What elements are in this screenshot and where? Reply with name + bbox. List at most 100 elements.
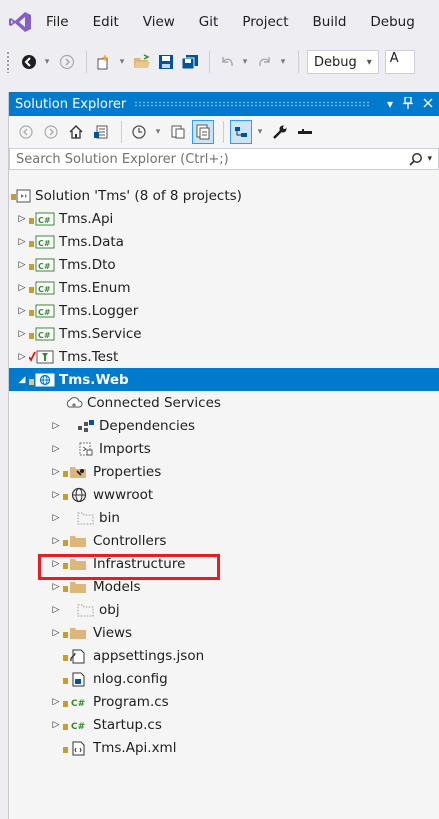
csharp-project-icon: C#	[29, 212, 55, 226]
expand-arrow-icon[interactable]: ▷	[49, 444, 63, 454]
toolbar-grip[interactable]	[6, 51, 10, 73]
tree-item-program-cs[interactable]: ▷ C# Program.cs	[9, 690, 439, 713]
expand-arrow-icon[interactable]: ▷	[49, 582, 63, 592]
expand-arrow-icon[interactable]: ▷	[49, 628, 63, 638]
menu-git[interactable]: Git	[187, 0, 231, 44]
tree-item-project[interactable]: ▷ C# Tms.Data	[9, 230, 439, 253]
svg-text:C#: C#	[38, 239, 51, 248]
expand-arrow-icon[interactable]: ▷	[15, 283, 29, 293]
switch-views-icon[interactable]	[90, 120, 112, 144]
expand-arrow-icon[interactable]: ▷	[49, 490, 63, 500]
window-position-dropdown-icon[interactable]: ▾	[387, 97, 393, 111]
back-icon[interactable]	[15, 120, 37, 144]
excluded-folder-icon	[77, 603, 95, 617]
undo-dropdown-icon[interactable]: ▾	[240, 50, 250, 74]
solution-explorer-titlebar[interactable]: Solution Explorer ▾	[9, 92, 439, 116]
solution-platform-combo[interactable]: A	[384, 50, 415, 74]
new-project-icon[interactable]	[93, 50, 115, 74]
properties-wrench-icon[interactable]	[269, 120, 291, 144]
tree-item-solution[interactable]: Solution 'Tms' (8 of 8 projects)	[9, 184, 439, 207]
tree-item-project[interactable]: ▷ C# Tms.Api	[9, 207, 439, 230]
tree-item-connected-services[interactable]: Connected Services	[9, 391, 439, 414]
tree-item-imports[interactable]: ▷ Imports	[9, 437, 439, 460]
csharp-project-icon: C#	[29, 281, 55, 295]
expand-arrow-icon[interactable]: ▷	[49, 720, 63, 730]
expand-arrow-icon[interactable]: ▷	[15, 329, 29, 339]
tree-item-controllers[interactable]: ▷ Controllers	[9, 529, 439, 552]
expand-arrow-icon[interactable]: ▷	[15, 306, 29, 316]
pending-changes-filter-icon[interactable]	[128, 120, 150, 144]
preview-selected-items-icon[interactable]	[294, 120, 316, 144]
redo-icon[interactable]	[254, 50, 276, 74]
forward-icon[interactable]	[56, 50, 78, 74]
auto-hide-pin-icon[interactable]	[403, 95, 413, 112]
collapse-dropdown-icon[interactable]: ▾	[255, 120, 265, 144]
tree-item-tms-api-xml[interactable]: Tms.Api.xml	[9, 736, 439, 759]
undo-icon[interactable]	[216, 50, 238, 74]
tree-item-project[interactable]: ▷ C# Tms.Service	[9, 322, 439, 345]
tree-item-project[interactable]: ▷ C# Tms.Logger	[9, 299, 439, 322]
menu-file[interactable]: File	[40, 0, 81, 44]
globe-icon	[63, 487, 89, 503]
search-solution-explorer-input[interactable]: Search Solution Explorer (Ctrl+;) ▾	[9, 148, 439, 170]
toolbar-separator	[209, 51, 210, 73]
collapse-arrow-icon[interactable]: ◢	[15, 375, 29, 385]
tree-item-project[interactable]: ▷ C# Tms.Enum	[9, 276, 439, 299]
config-file-icon	[63, 671, 89, 687]
redo-dropdown-icon[interactable]: ▾	[278, 50, 288, 74]
solution-explorer-toolbar: ▾ ▾	[9, 116, 439, 148]
expand-arrow-icon[interactable]: ▷	[49, 697, 63, 707]
show-all-files-icon[interactable]	[192, 120, 214, 144]
collapse-all-icon[interactable]	[230, 120, 252, 144]
expand-arrow-icon[interactable]: ▷	[49, 421, 63, 431]
new-project-dropdown-icon[interactable]: ▾	[117, 50, 127, 74]
test-project-icon	[29, 350, 55, 364]
menu-debug[interactable]: Debug	[358, 0, 426, 44]
expand-arrow-icon[interactable]: ▷	[15, 214, 29, 224]
filter-dropdown-icon[interactable]: ▾	[153, 120, 163, 144]
sync-active-document-icon[interactable]	[167, 120, 189, 144]
search-options-dropdown-icon[interactable]: ▾	[427, 154, 432, 164]
tree-item-startup-cs[interactable]: ▷ C# Startup.cs	[9, 713, 439, 736]
tree-item-bin[interactable]: ▷ bin	[9, 506, 439, 529]
close-icon[interactable]	[423, 97, 433, 111]
solution-configuration-value: Debug	[314, 54, 357, 70]
menu-project[interactable]: Project	[230, 0, 300, 44]
menu-edit[interactable]: Edit	[81, 0, 131, 44]
expand-arrow-icon[interactable]: ▷	[49, 467, 63, 477]
visual-studio-logo-icon[interactable]	[0, 0, 40, 44]
menu-view[interactable]: View	[131, 0, 187, 44]
open-folder-icon[interactable]	[131, 50, 153, 74]
expand-arrow-icon[interactable]: ▷	[15, 352, 29, 362]
tree-item-views[interactable]: ▷ Views	[9, 621, 439, 644]
panel-title: Solution Explorer	[15, 96, 127, 112]
tree-item-project[interactable]: ▷ C# Tms.Dto	[9, 253, 439, 276]
forward-icon[interactable]	[40, 120, 62, 144]
expand-arrow-icon[interactable]: ▷	[49, 605, 63, 615]
solution-icon	[11, 188, 31, 204]
tree-item-nlog-config[interactable]: nlog.config	[9, 667, 439, 690]
menu-build[interactable]: Build	[301, 0, 359, 44]
expand-arrow-icon[interactable]: ▷	[49, 513, 63, 523]
solution-configuration-combo[interactable]: Debug ▾	[307, 50, 379, 74]
expand-arrow-icon[interactable]: ▷	[49, 536, 63, 546]
back-icon[interactable]	[18, 50, 40, 74]
toolbar-separator	[298, 51, 299, 73]
csharp-project-icon: C#	[29, 327, 55, 341]
properties-folder-icon	[63, 465, 89, 479]
back-dropdown-icon[interactable]: ▾	[42, 50, 52, 74]
svg-text:C#: C#	[71, 722, 85, 732]
tree-item-obj[interactable]: ▷ obj	[9, 598, 439, 621]
home-icon[interactable]	[65, 120, 87, 144]
search-icon[interactable]: ▾	[409, 152, 432, 166]
save-icon[interactable]	[155, 50, 177, 74]
save-all-icon[interactable]	[179, 50, 201, 74]
tree-item-properties[interactable]: ▷ Properties	[9, 460, 439, 483]
expand-arrow-icon[interactable]: ▷	[15, 260, 29, 270]
tree-item-project-selected[interactable]: ◢ Tms.Web	[9, 368, 439, 391]
tree-item-dependencies[interactable]: ▷ Dependencies	[9, 414, 439, 437]
tree-item-appsettings-json[interactable]: appsettings.json	[9, 644, 439, 667]
tree-item-project[interactable]: ▷ Tms.Test	[9, 345, 439, 368]
tree-item-wwwroot[interactable]: ▷ wwwroot	[9, 483, 439, 506]
expand-arrow-icon[interactable]: ▷	[15, 237, 29, 247]
